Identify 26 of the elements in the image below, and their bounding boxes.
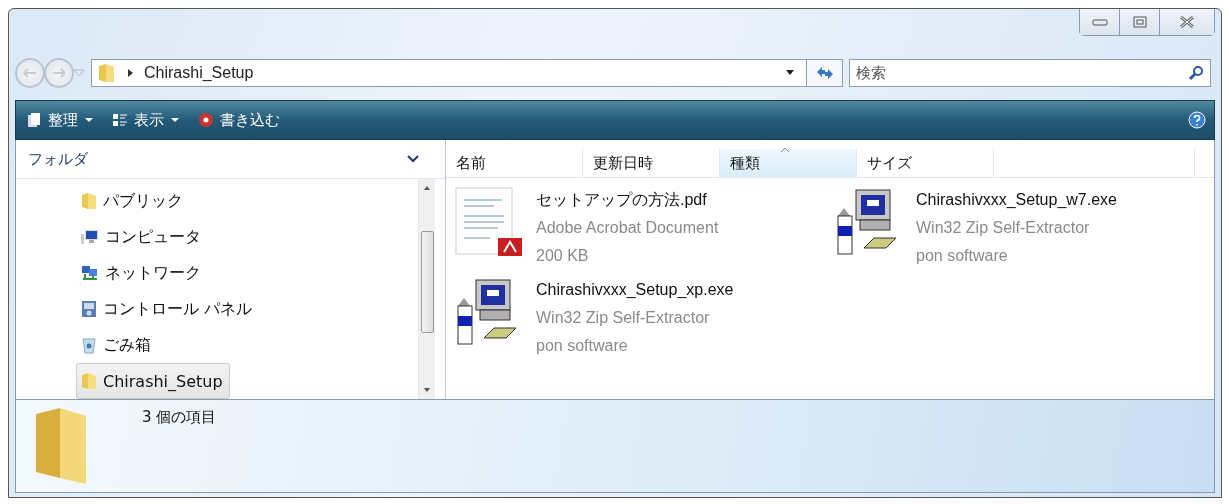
file-info: 200 KB (536, 246, 590, 266)
toolbar-button[interactable]: 整理 (24, 108, 96, 132)
toolbar-button[interactable]: 書き込む (196, 108, 282, 132)
file-type: Win32 Zip Self-Extractor (916, 218, 1091, 238)
folder-tree-item[interactable]: パブリック (76, 183, 190, 219)
folder-tree-item[interactable]: ネットワーク (76, 255, 208, 291)
file-type: Adobe Acrobat Document (536, 218, 719, 238)
column-header[interactable]: 種類 (720, 149, 857, 177)
file-info: pon software (916, 246, 1009, 266)
toolbar-button[interactable]: 表示 (110, 108, 182, 132)
address-bar[interactable]: Chirashi_Setup (91, 59, 843, 87)
folder-tree-item[interactable]: Chirashi_Setup (76, 363, 230, 399)
file-name[interactable]: セットアップの方法.pdf (536, 186, 719, 214)
folder-tree-item[interactable]: コントロール パネル (76, 291, 260, 327)
file-name[interactable]: Chirashivxxx_Setup_xp.exe (536, 276, 734, 304)
folders-pane-title: フォルダ (28, 149, 88, 169)
address-path[interactable]: Chirashi_Setup (144, 64, 254, 82)
folder-tree-item[interactable]: コンピュータ (76, 219, 208, 255)
column-header[interactable]: 名前 (446, 149, 583, 177)
item-count: 3 個の項目 (142, 408, 217, 427)
file-name[interactable]: Chirashivxxx_Setup_w7.exe (916, 186, 1117, 214)
search-field[interactable]: 検索 (849, 59, 1211, 87)
folder-tree-item[interactable]: ごみ箱 (76, 327, 158, 363)
column-header[interactable]: サイズ (857, 149, 994, 177)
file-type: Win32 Zip Self-Extractor (536, 308, 711, 328)
file-info: pon software (536, 336, 629, 356)
